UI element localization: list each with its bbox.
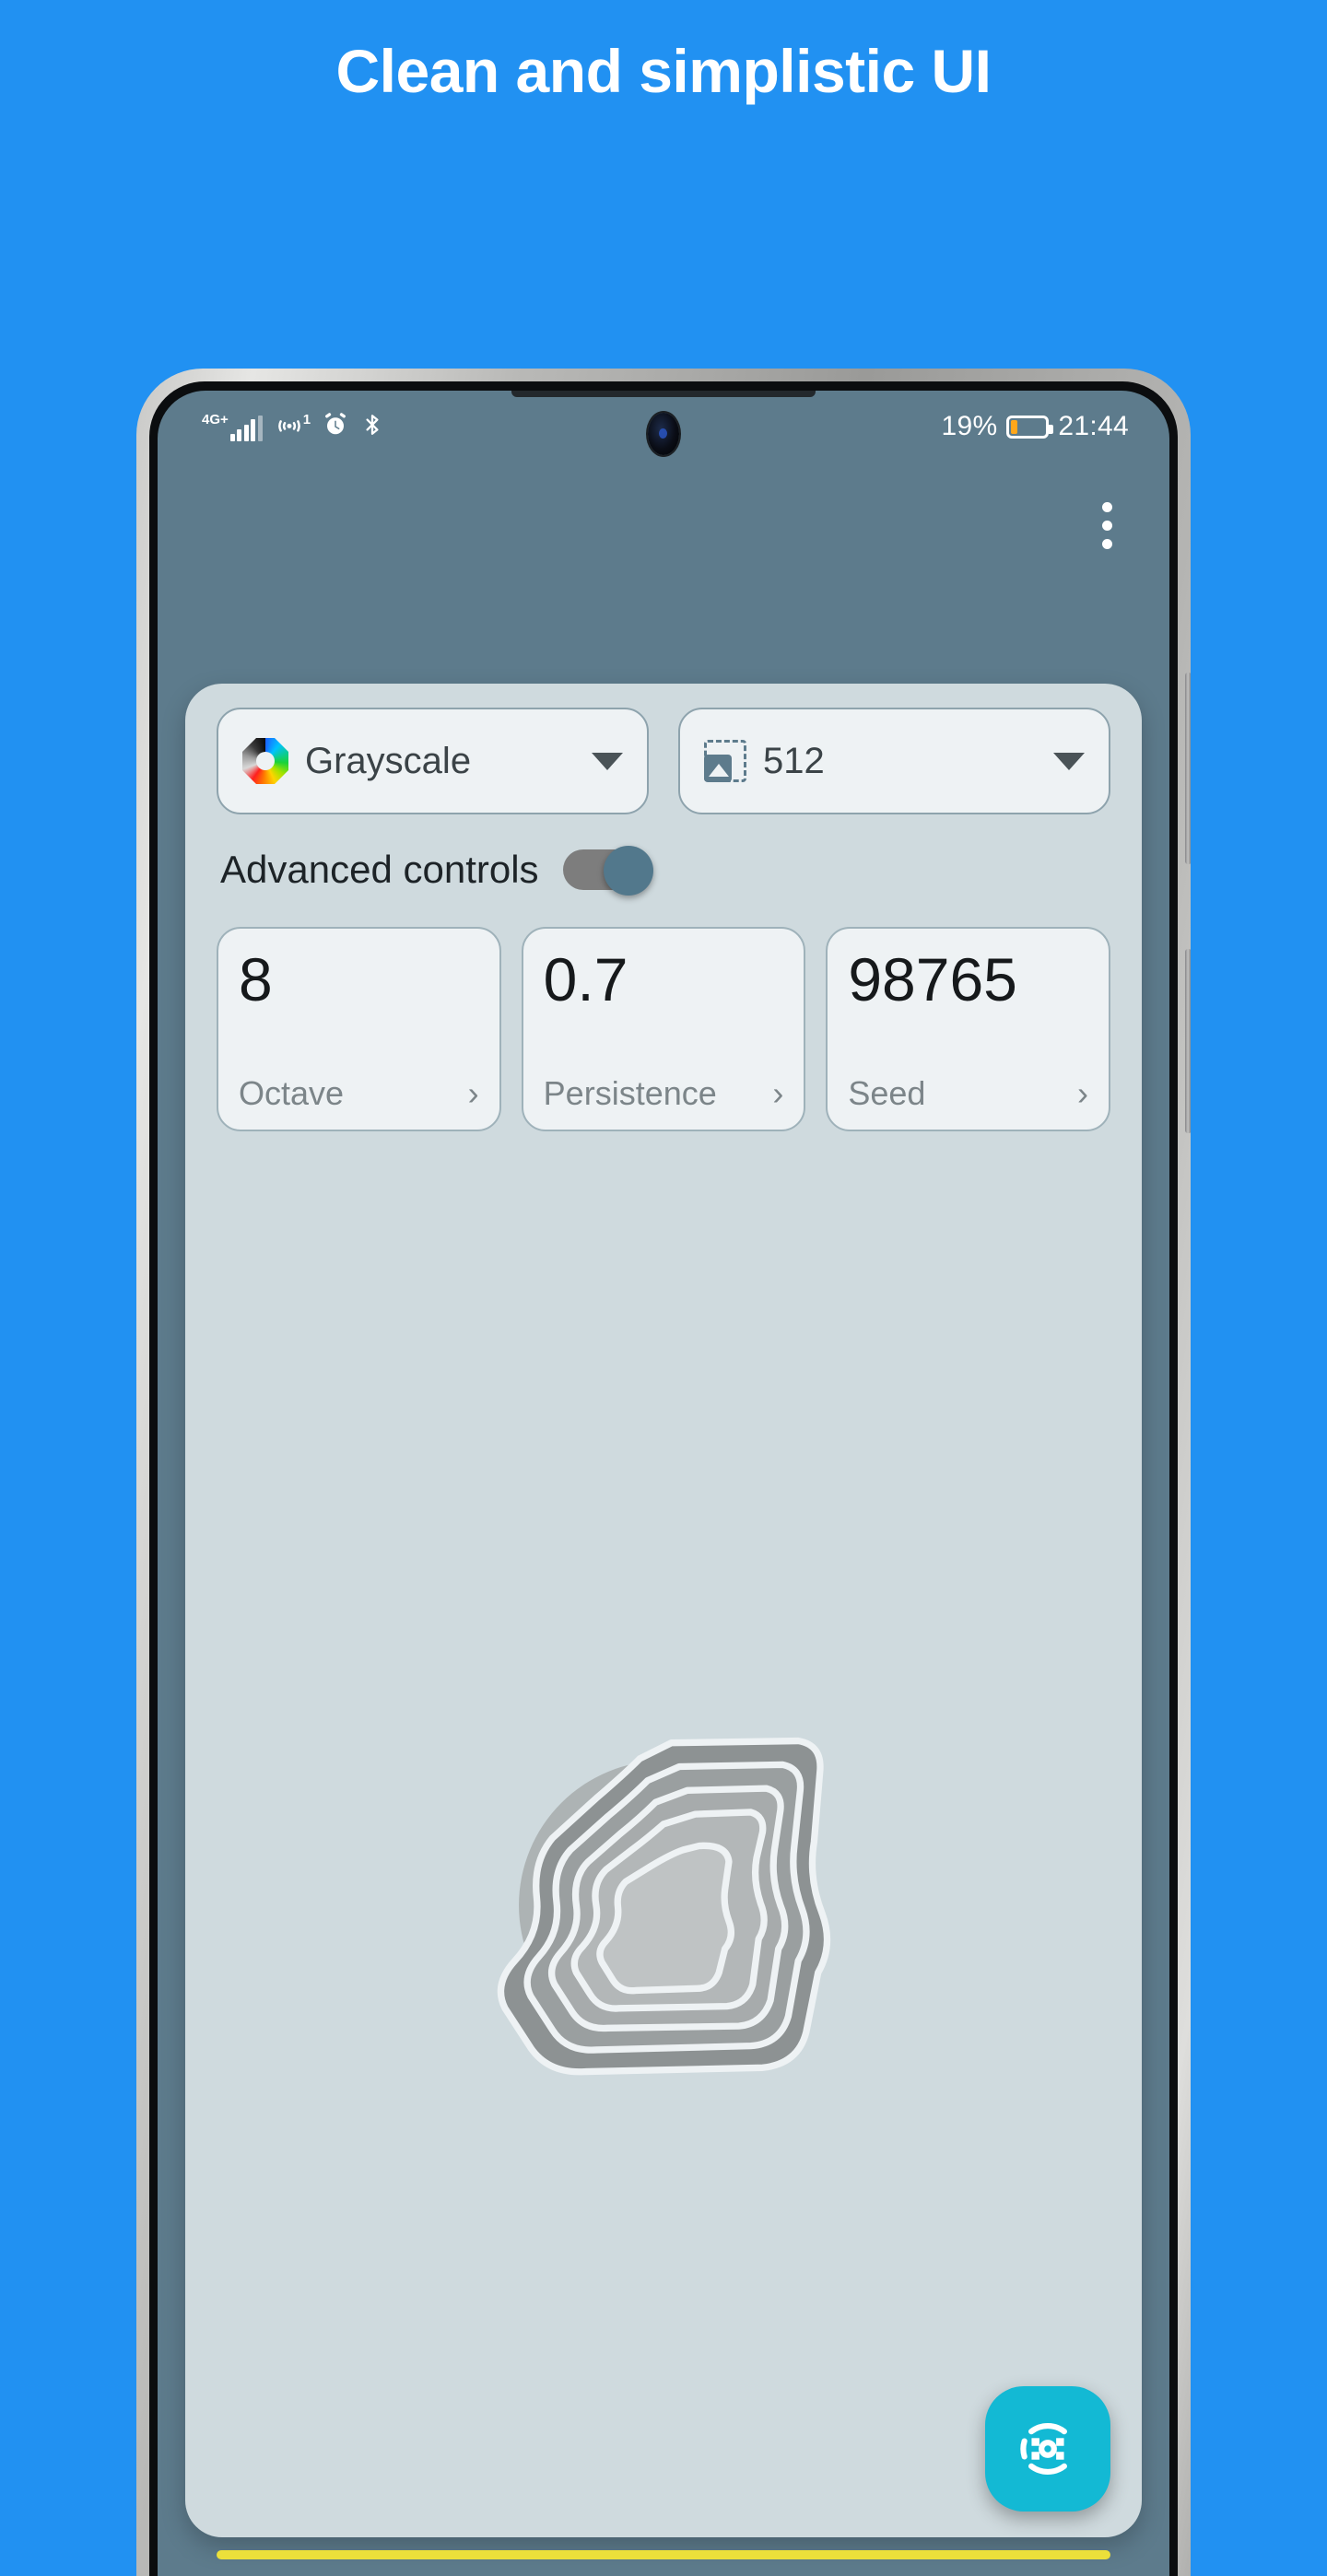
phone-device-frame: 4G+ 1 19% 21:44 Grayscale 512 Advanced c…	[136, 369, 1191, 2576]
generate-fab-button[interactable]	[985, 2386, 1110, 2512]
octave-label: Octave	[239, 1074, 345, 1112]
hotspot-icon: 1	[274, 413, 311, 440]
generate-noise-icon	[1020, 2423, 1067, 2475]
chevron-right-icon: ›	[772, 1074, 784, 1112]
color-mode-dropdown[interactable]: Grayscale	[217, 708, 649, 814]
seed-label: Seed	[848, 1074, 926, 1112]
battery-icon	[1006, 415, 1054, 439]
noise-preview-image[interactable]	[465, 1707, 862, 2103]
color-wheel-icon	[242, 738, 288, 784]
battery-fill	[1011, 419, 1018, 434]
color-mode-value: Grayscale	[305, 740, 472, 781]
hotspot-badge: 1	[302, 412, 311, 427]
overflow-dot	[1101, 501, 1112, 512]
front-camera	[648, 413, 679, 455]
nav-recents-button[interactable]	[886, 2558, 969, 2576]
android-navigation-bar	[158, 2539, 1169, 2576]
advanced-controls-label: Advanced controls	[220, 848, 539, 891]
content-sheet: Grayscale 512 Advanced controls 8 Octave…	[185, 684, 1142, 2537]
toggle-thumb	[603, 846, 653, 896]
resolution-value: 512	[763, 740, 825, 781]
preview-area	[185, 1273, 1142, 2537]
seed-card-footer: Seed ›	[848, 1074, 1088, 1113]
persistence-value: 0.7	[543, 945, 628, 1013]
seed-value: 98765	[848, 945, 1017, 1013]
advanced-controls-toggle[interactable]	[562, 846, 653, 896]
octave-card-footer: Octave ›	[239, 1074, 479, 1113]
power-button[interactable]	[1185, 949, 1191, 1133]
seed-card[interactable]: 98765 Seed ›	[826, 927, 1111, 1131]
app-bar	[158, 463, 1169, 588]
advanced-controls-row: Advanced controls	[217, 846, 1110, 896]
clock-label: 21:44	[1058, 411, 1129, 441]
chevron-right-icon: ›	[467, 1074, 479, 1112]
signal-icon: 4G+	[202, 413, 263, 441]
volume-button[interactable]	[1185, 673, 1191, 864]
signal-bars-icon	[229, 415, 263, 441]
chevron-down-icon	[1053, 752, 1085, 770]
nav-back-button[interactable]	[358, 2558, 441, 2576]
status-bar-left: 4G+ 1	[202, 411, 384, 443]
network-type-label: 4G+	[202, 411, 229, 427]
status-bar-right: 19% 21:44	[941, 411, 1129, 442]
phone-screen: 4G+ 1 19% 21:44 Grayscale 512 Advanced c…	[158, 391, 1169, 2576]
bluetooth-icon	[360, 411, 384, 443]
persistence-card-footer: Persistence ›	[544, 1074, 784, 1113]
selectors-row: Grayscale 512	[217, 708, 1110, 814]
resolution-dropdown[interactable]: 512	[678, 708, 1110, 814]
phone-bezel: 4G+ 1 19% 21:44 Grayscale 512 Advanced c…	[149, 381, 1178, 2576]
persistence-card[interactable]: 0.7 Persistence ›	[521, 927, 806, 1131]
octave-value: 8	[239, 945, 273, 1013]
promo-headline: Clean and simplistic UI	[335, 37, 992, 105]
image-size-icon	[704, 740, 746, 782]
octave-card[interactable]: 8 Octave ›	[217, 927, 501, 1131]
battery-percent-label: 19%	[941, 411, 998, 441]
earpiece-speaker	[511, 391, 816, 397]
overflow-dot	[1101, 520, 1112, 531]
chevron-right-icon: ›	[1077, 1074, 1089, 1112]
persistence-label: Persistence	[543, 1074, 717, 1112]
parameter-cards-row: 8 Octave › 0.7 Persistence › 98765 Seed …	[217, 927, 1111, 1131]
overflow-dot	[1101, 538, 1112, 549]
controls-panel: Grayscale 512 Advanced controls 8 Octave…	[185, 684, 1142, 1131]
overflow-menu-button[interactable]	[1081, 492, 1133, 558]
alarm-icon	[322, 411, 349, 443]
chevron-down-icon	[592, 752, 623, 770]
nav-home-button[interactable]	[622, 2558, 705, 2576]
